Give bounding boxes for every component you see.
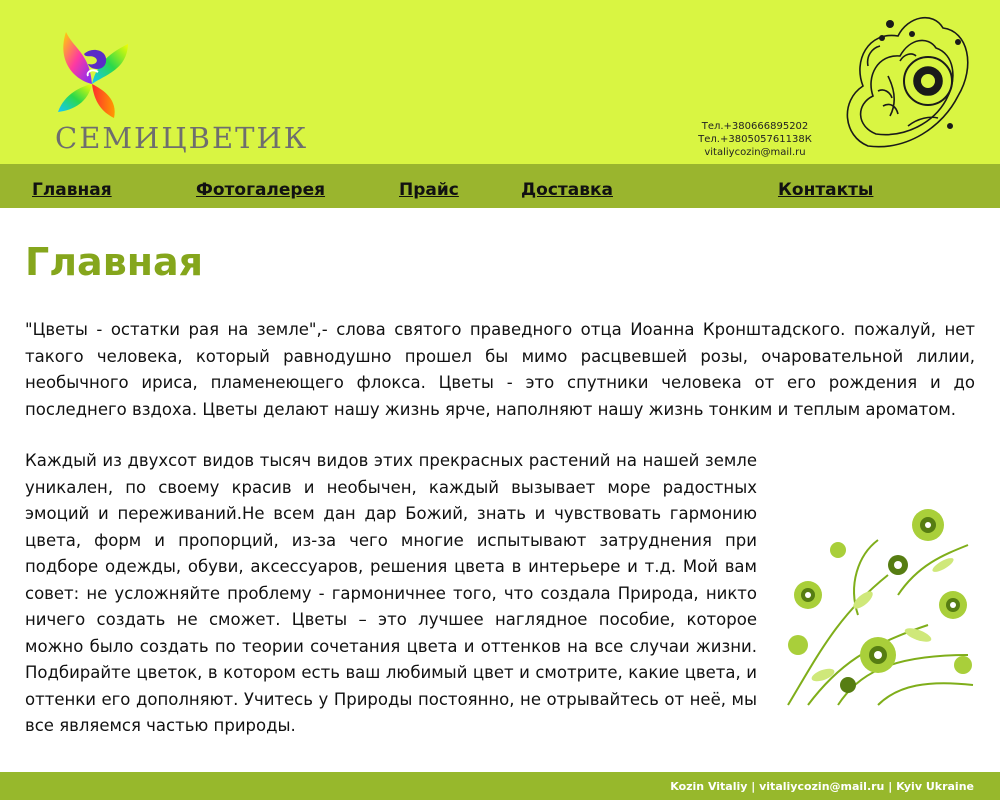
body-paragraph: Каждый из двухсот видов тысяч видов этих… <box>25 451 757 735</box>
logo-flower-icon[interactable] <box>52 24 132 124</box>
contact-email: vitaliycozin@mail.ru <box>704 147 806 158</box>
nav-link-delivery[interactable]: Доставка <box>521 179 613 201</box>
intro-paragraph: "Цветы - остатки рая на земле",- слова с… <box>25 320 975 419</box>
nav-link-gallery[interactable]: Фотогалерея <box>196 179 325 201</box>
logo-text[interactable]: СЕМИЦВЕТИК <box>55 121 308 155</box>
nav-link-contacts[interactable]: Контакты <box>778 179 873 201</box>
contact-info: Тел.+380666895202 Тел.+380505761138К vit… <box>660 120 850 159</box>
footer-text: Kozin Vitaliy | vitaliycozin@mail.ru | K… <box>670 780 974 793</box>
nav-link-home[interactable]: Главная <box>32 179 112 201</box>
page-title: Главная <box>25 240 204 284</box>
phone-2: Тел.+380505761138К <box>698 134 812 145</box>
phone-1: Тел.+380666895202 <box>701 121 809 132</box>
site-header: СЕМИЦВЕТИК Тел.+380666895202 Тел.+380505… <box>0 0 1000 164</box>
nav-link-prices[interactable]: Прайс <box>399 179 459 201</box>
main-navigation: Главная Фотогалерея Прайс Доставка Конта… <box>0 164 1000 208</box>
floral-decoration-icon <box>787 509 974 706</box>
site-footer: Kozin Vitaliy | vitaliycozin@mail.ru | K… <box>0 772 1000 800</box>
paisley-ornament-icon <box>846 16 969 148</box>
